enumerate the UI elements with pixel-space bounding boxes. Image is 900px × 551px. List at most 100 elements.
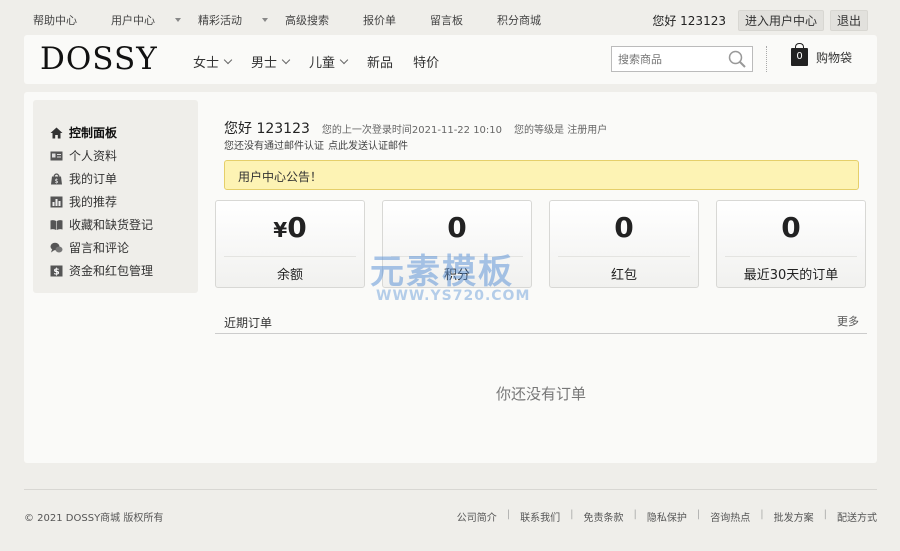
footer-link-disclaimer[interactable]: 免责条款 — [584, 509, 624, 524]
balance-card[interactable]: ¥0 余额 — [215, 200, 365, 288]
chat-icon — [50, 242, 63, 252]
main-panel: 控制面板 个人资料 $ 我的订单 我的推荐 收藏和缺货登记 留言和评论 $ 资金… — [24, 92, 877, 463]
last-login-time: 您的上一次登录时间2021-11-22 10:10 — [321, 125, 503, 136]
home-icon — [50, 127, 63, 138]
watermark-text: 元素模板 — [370, 252, 514, 292]
sidebar-item-label: 控制面板 — [69, 126, 118, 140]
top-link-activities[interactable]: 精彩活动 — [198, 12, 268, 28]
card-number: 0 — [287, 211, 307, 244]
card-label: 红包 — [610, 268, 637, 283]
card-divider — [224, 256, 356, 257]
footer-link-about[interactable]: 公司简介 — [457, 509, 497, 524]
chevron-down-icon — [281, 55, 291, 64]
sidebar-item-profile[interactable]: 个人资料 — [33, 144, 198, 167]
card-value: 0 — [717, 211, 865, 244]
logo[interactable]: DOSSY — [40, 41, 158, 77]
id-card-icon — [50, 151, 63, 160]
nav-label: 男士 — [251, 56, 278, 71]
top-link-label: 积分商城 — [497, 14, 541, 27]
nav-label: 特价 — [413, 56, 440, 71]
sidebar-item-favorites[interactable]: 收藏和缺货登记 — [33, 213, 198, 236]
sidebar-item-recommend[interactable]: 我的推荐 — [33, 190, 198, 213]
enter-user-center-button[interactable]: 进入用户中心 — [737, 10, 824, 31]
sidebar-item-dashboard[interactable]: 控制面板 — [33, 121, 198, 144]
send-verify-email-link[interactable]: 点此发送认证邮件 — [328, 141, 408, 152]
nav-kids[interactable]: 儿童 — [309, 52, 349, 71]
shopping-bag-icon: $ — [51, 172, 62, 185]
footer-link-privacy[interactable]: 隐私保护 — [647, 509, 687, 524]
top-links: 帮助中心 用户中心 精彩活动 高级搜索 报价单 留言板 积分商城 — [33, 12, 575, 28]
card-value: 0 — [383, 211, 531, 244]
sidebar-item-label: 收藏和缺货登记 — [69, 218, 154, 232]
top-link-help[interactable]: 帮助中心 — [33, 12, 94, 28]
header-divider — [766, 46, 767, 72]
user-greeting: 您好 123123 — [652, 14, 726, 28]
top-link-message-board[interactable]: 留言板 — [430, 12, 480, 28]
sidebar-item-funds[interactable]: $ 资金和红包管理 — [33, 259, 198, 282]
card-divider — [725, 256, 857, 257]
footer-link-wholesale[interactable]: 批发方案 — [774, 509, 814, 524]
book-icon — [50, 219, 63, 230]
top-link-label: 精彩活动 — [198, 14, 242, 27]
footer-separator: | — [506, 509, 511, 520]
currency-symbol: ¥ — [273, 218, 288, 242]
footer-link-shipping[interactable]: 配送方式 — [837, 509, 877, 524]
nav-sale[interactable]: 特价 — [413, 52, 439, 71]
sidebar-item-messages[interactable]: 留言和评论 — [33, 236, 198, 259]
card-value: ¥0 — [216, 211, 364, 244]
top-link-user-center[interactable]: 用户中心 — [111, 12, 181, 28]
top-right: 您好 123123 进入用户中心 退出 — [652, 10, 868, 31]
watermark-url: WWW.YS720.COM — [376, 288, 531, 304]
sidebar-item-orders[interactable]: $ 我的订单 — [33, 167, 198, 190]
card-label: 最近30天的订单 — [743, 268, 839, 283]
nav-new[interactable]: 新品 — [367, 52, 393, 71]
user-center-notice: 用户中心公告！ — [224, 160, 859, 190]
footer-link-contact[interactable]: 联系我们 — [520, 509, 560, 524]
recent-orders-card[interactable]: 0 最近30天的订单 — [716, 200, 866, 288]
summary-cards: ¥0 余额 0 积分 0 红包 0 最近30天的订单 — [215, 200, 866, 288]
card-number: 0 — [614, 211, 634, 244]
red-envelope-card[interactable]: 0 红包 — [549, 200, 699, 288]
card-label: 余额 — [276, 268, 303, 283]
search-icon[interactable] — [728, 50, 746, 68]
cart-button[interactable]: 0 购物袋 — [791, 43, 853, 66]
top-link-label: 帮助中心 — [33, 14, 77, 27]
nav-women[interactable]: 女士 — [193, 52, 233, 71]
more-orders-link[interactable]: 更多 — [837, 313, 859, 329]
footer-separator: | — [823, 509, 827, 520]
top-link-advanced-search[interactable]: 高级搜索 — [285, 12, 346, 28]
welcome-line: 您好 123123 您的上一次登录时间2021-11-22 10:10 您的等级… — [224, 118, 619, 138]
user-level: 您的等级是 注册用户 — [514, 125, 608, 136]
top-link-label: 报价单 — [363, 14, 396, 27]
top-link-label: 用户中心 — [111, 14, 155, 27]
chevron-down-icon — [339, 55, 349, 64]
empty-orders-message: 你还没有订单 — [495, 385, 586, 403]
sidebar-item-label: 资金和红包管理 — [69, 264, 154, 278]
card-value: 0 — [550, 211, 698, 244]
money-icon: $ — [50, 265, 63, 277]
footer-divider — [24, 489, 877, 490]
top-link-quote[interactable]: 报价单 — [363, 12, 413, 28]
main-nav: 女士 男士 儿童 新品 特价 — [193, 52, 459, 71]
chevron-down-icon — [223, 55, 233, 64]
search-input[interactable] — [618, 47, 728, 71]
cart-label: 购物袋 — [816, 50, 853, 65]
nav-label: 新品 — [367, 56, 394, 71]
logout-button[interactable]: 退出 — [829, 10, 868, 31]
nav-label: 女士 — [193, 56, 220, 71]
sidebar-item-label: 个人资料 — [69, 149, 118, 163]
nav-men[interactable]: 男士 — [251, 52, 291, 71]
top-link-points-mall[interactable]: 积分商城 — [497, 12, 558, 28]
svg-text:$: $ — [53, 267, 59, 277]
nav-label: 儿童 — [309, 56, 336, 71]
bar-chart-icon — [50, 196, 63, 207]
site-header: DOSSY 女士 男士 儿童 新品 特价 0 购物袋 — [24, 35, 877, 84]
footer-link-hot-topics[interactable]: 咨询热点 — [710, 509, 750, 524]
top-link-label: 留言板 — [430, 14, 463, 27]
search-box — [611, 46, 753, 72]
verify-text: 您还没有通过邮件认证 — [224, 141, 324, 152]
recent-orders-header: 近期订单 更多 — [215, 312, 867, 334]
card-number: 0 — [447, 211, 467, 244]
shopping-bag-icon: 0 — [791, 43, 808, 66]
welcome-hello: 您好 123123 — [224, 121, 310, 137]
